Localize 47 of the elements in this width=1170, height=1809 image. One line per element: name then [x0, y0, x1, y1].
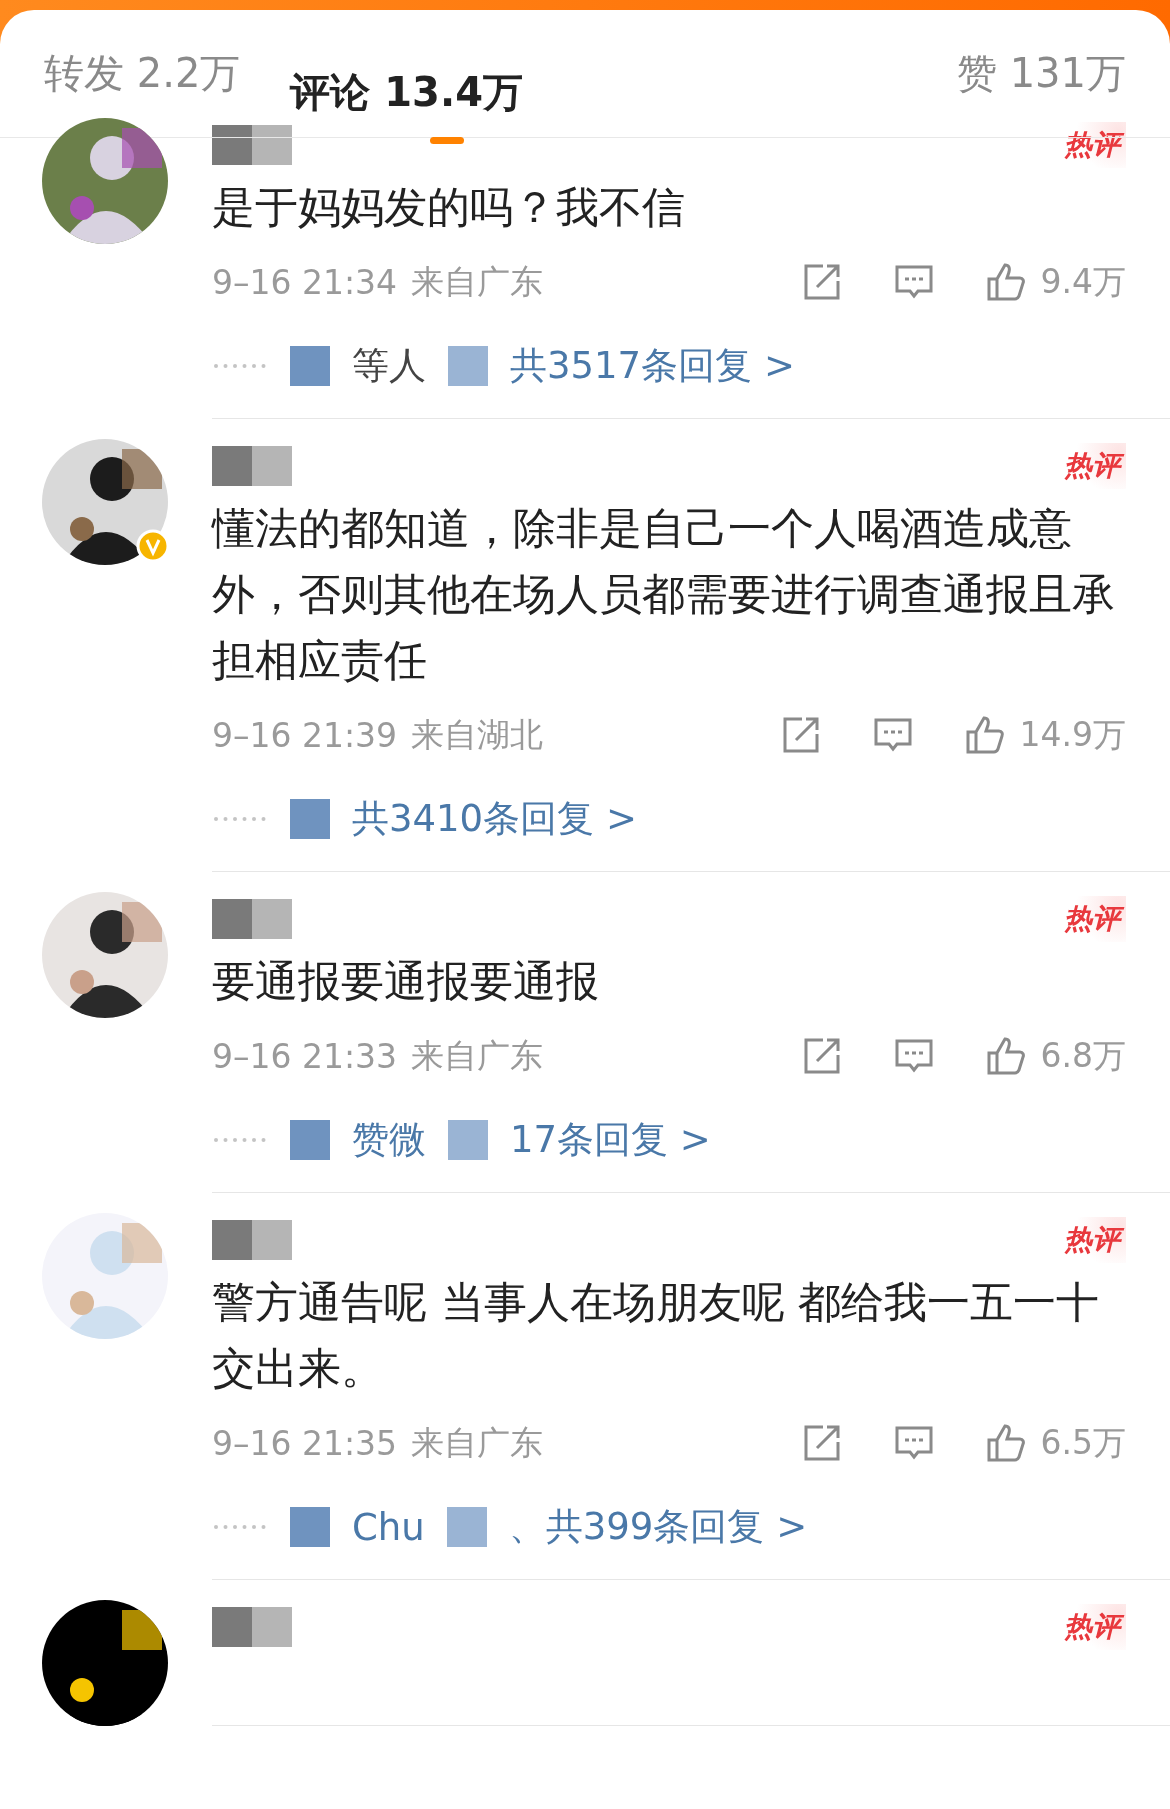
reply-summary[interactable]: 、共399条回复 >	[508, 1502, 808, 1552]
comment-text: 是于妈妈发的吗？我不信	[212, 181, 686, 234]
redaction-block	[448, 1120, 488, 1160]
ellipsis-icon	[212, 816, 268, 822]
reply-summary[interactable]: Chu	[352, 1505, 425, 1549]
redaction-block	[212, 1607, 252, 1647]
reply-summary[interactable]: 赞微	[352, 1115, 426, 1165]
reply-summary[interactable]: 17条回复 >	[510, 1115, 711, 1165]
comment-location: 来自湖北	[411, 713, 544, 756]
redaction-block	[290, 1120, 330, 1160]
redaction-block	[212, 1220, 252, 1260]
redaction-block	[448, 346, 488, 386]
ellipsis-icon	[212, 1137, 268, 1143]
comment-location: 来自广东	[411, 260, 544, 303]
redaction-block	[212, 899, 252, 939]
like-count: 9.4万	[1040, 260, 1126, 303]
redaction-block	[446, 1507, 487, 1547]
comment-text: 懂法的都知道，除非是自己一个人喝酒造成意外，否则其他在场人员都需要进行调查通报且承担相应责任	[212, 502, 1116, 687]
comment-time: 9–16 21:39	[212, 715, 398, 755]
redaction-block	[252, 125, 292, 165]
redaction-block	[290, 346, 330, 386]
comment-text: 警方通告呢 当事人在场朋友呢 都给我一五一十交出来。	[212, 1276, 1101, 1395]
comment-time: 9–16 21:33	[212, 1036, 398, 1076]
redaction-block	[212, 446, 252, 486]
ellipsis-icon	[212, 1524, 268, 1530]
reply-summary[interactable]: 共3517条回复 >	[510, 341, 795, 391]
comment-location: 来自广东	[411, 1034, 544, 1077]
like-count: 6.5万	[1040, 1421, 1126, 1464]
redaction-block	[252, 1607, 292, 1647]
redaction-block	[252, 446, 292, 486]
tab[interactable]: 转发 2.2万	[44, 46, 241, 101]
reply-summary[interactable]: 等人	[352, 341, 426, 391]
comment-text: 要通报要通报要通报	[212, 955, 600, 1008]
tab[interactable]: 评论 13.4万	[290, 34, 523, 144]
comment-time: 9–16 21:35	[212, 1423, 398, 1463]
redaction-block	[290, 1507, 330, 1547]
comment-time: 9–16 21:34	[212, 262, 398, 302]
redaction-block	[252, 899, 292, 939]
reply-summary[interactable]: 共3410条回复 >	[352, 794, 637, 844]
likes-tab[interactable]: 赞 131万	[956, 46, 1126, 101]
like-count: 6.8万	[1040, 1034, 1126, 1077]
redaction-block	[212, 125, 252, 165]
like-count: 14.9万	[1019, 713, 1126, 756]
ellipsis-icon	[212, 363, 268, 369]
comment-location: 来自广东	[411, 1421, 544, 1464]
redaction-block	[252, 1220, 292, 1260]
redaction-block	[290, 799, 330, 839]
